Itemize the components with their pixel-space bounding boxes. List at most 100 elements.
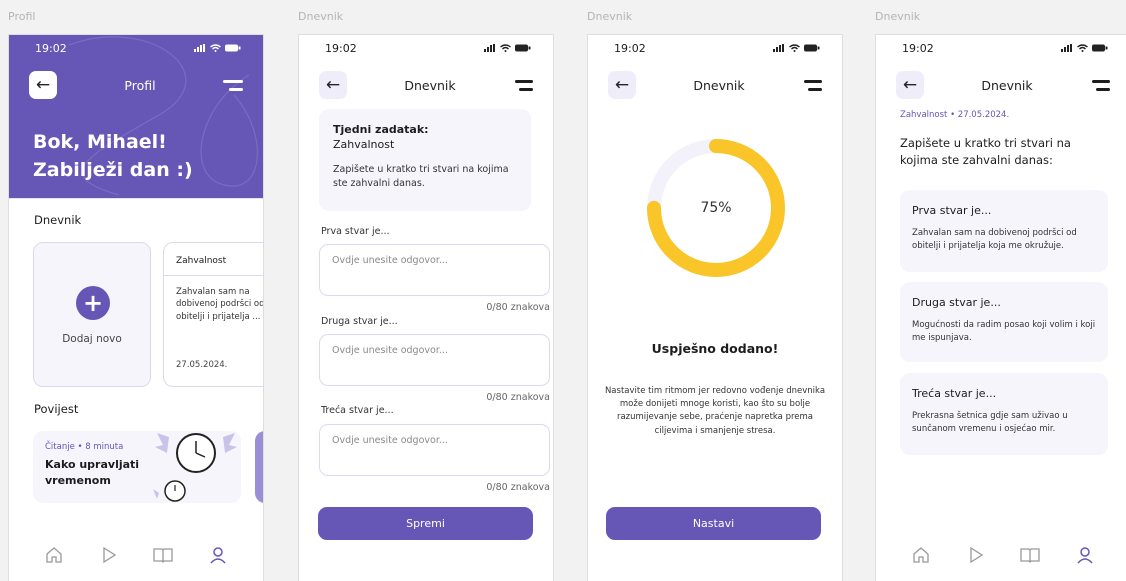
- task-description: Zapišete u kratko tri stvari na kojima s…: [333, 164, 509, 190]
- continue-button[interactable]: Nastavi: [606, 507, 821, 540]
- answer-text-2: Mogućnosti da radim posao koji volim i k…: [912, 320, 1096, 343]
- page-title: Profil: [124, 77, 156, 93]
- entry-title: Zahvalnost: [176, 256, 227, 266]
- history-meta: Čitanje • 8 minuta: [45, 442, 124, 452]
- weekly-task-card: Tjedni zadatak: Zahvalnost Zapišete u kr…: [319, 109, 531, 211]
- history-title: Kako upravljati vremenom: [45, 457, 139, 489]
- battery-icon: [804, 44, 820, 52]
- profile-icon[interactable]: [206, 543, 230, 567]
- menu-button[interactable]: [223, 79, 243, 91]
- battery-icon: [1092, 44, 1108, 52]
- status-time: 19:02: [902, 41, 934, 55]
- section-title-journal: Dnevnik: [34, 213, 82, 227]
- wifi-icon: [789, 44, 800, 52]
- back-button[interactable]: ←: [29, 71, 57, 99]
- status-icons: [194, 44, 241, 52]
- header: ← Dnevnik: [319, 71, 533, 99]
- status-icons: [484, 44, 531, 52]
- back-button[interactable]: ←: [896, 71, 924, 99]
- artboard-label-profil: Profil: [8, 10, 36, 23]
- arrow-left-icon: ←: [35, 75, 51, 95]
- answer-text-3: Prekrasna šetnica gdje sam uživao u sunč…: [912, 411, 1068, 434]
- success-screen: 19:02 ← Dnevnik 75% Uspješno dodano! Nas…: [587, 34, 843, 581]
- greeting: Bok, Mihael! Zabilježi dan :): [33, 129, 193, 184]
- header: ← Dnevnik: [608, 71, 822, 99]
- greeting-line-2: Zabilježi dan :): [33, 158, 193, 181]
- status-icons: [1061, 44, 1108, 52]
- wifi-icon: [210, 44, 221, 52]
- field-label-1: Prva stvar je...: [321, 226, 390, 237]
- plus-icon: +: [76, 286, 110, 320]
- menu-button[interactable]: [513, 79, 533, 91]
- field-label-3: Treća stvar je...: [321, 405, 394, 416]
- progress-label: 75%: [700, 200, 731, 216]
- arrow-left-icon: ←: [325, 75, 341, 95]
- page-title: Dnevnik: [981, 77, 1033, 93]
- profile-screen: 19:02 ← Profil Bok, Mihael! Zabilježi da…: [8, 34, 264, 581]
- artboard-label-dnevnik-3: Dnevnik: [875, 10, 921, 23]
- task-label: Tjedni zadatak:: [333, 123, 429, 136]
- back-button[interactable]: ←: [608, 71, 636, 99]
- page-title: Dnevnik: [404, 77, 456, 93]
- entry-meta: Zahvalnost • 27.05.2024.: [900, 110, 1010, 120]
- history-card-next-peek[interactable]: [255, 431, 263, 503]
- journal-entry-card[interactable]: Zahvalnost Zahvalan sam na dobivenoj pod…: [163, 242, 263, 387]
- status-time: 19:02: [35, 41, 67, 55]
- greeting-line-1: Bok, Mihael!: [33, 131, 167, 153]
- history-card[interactable]: Čitanje • 8 minuta Kako upravljati vreme…: [33, 431, 241, 503]
- char-counter-2: 0/80 znakova: [486, 392, 550, 403]
- signal-icon: [1061, 44, 1072, 52]
- answer-label-3: Treća stvar je...: [912, 387, 997, 400]
- home-icon[interactable]: [909, 543, 933, 567]
- entry-prompt: Zapišete u kratko tri stvari na kojima s…: [900, 136, 1071, 168]
- add-new-card[interactable]: + Dodaj novo: [33, 242, 151, 387]
- answer-label-1: Prva stvar je...: [912, 204, 992, 217]
- status-bar: 19:02: [876, 35, 1126, 61]
- status-icons: [773, 44, 820, 52]
- arrow-left-icon: ←: [614, 75, 630, 95]
- header: ← Dnevnik: [896, 71, 1110, 99]
- success-message: Nastavite tim ritmom jer redovno vođenje…: [604, 386, 826, 436]
- battery-icon: [225, 44, 241, 52]
- book-icon[interactable]: [1018, 543, 1042, 567]
- progress-ring: 75%: [647, 139, 785, 277]
- task-name: Zahvalnost: [333, 138, 395, 151]
- signal-icon: [194, 44, 205, 52]
- bottom-nav: [876, 543, 1126, 567]
- add-new-label: Dodaj novo: [62, 333, 122, 345]
- entry-view-screen: 19:02 ← Dnevnik Zahvalnost • 27.05.2024.…: [875, 34, 1126, 581]
- status-bar: 19:02: [588, 35, 842, 61]
- status-bar: 19:02: [9, 35, 263, 61]
- answer-card-3: Treća stvar je... Prekrasna šetnica gdje…: [900, 373, 1108, 455]
- save-button[interactable]: Spremi: [318, 507, 533, 540]
- status-time: 19:02: [614, 41, 646, 55]
- answer-text-1: Zahvalan sam na dobivenoj podršci od obi…: [912, 228, 1077, 251]
- bottom-nav: [9, 543, 263, 567]
- menu-button[interactable]: [802, 79, 822, 91]
- answer-card-2: Druga stvar je... Mogućnosti da radim po…: [900, 282, 1108, 362]
- wifi-icon: [1077, 44, 1088, 52]
- profile-icon[interactable]: [1073, 543, 1097, 567]
- signal-icon: [773, 44, 784, 52]
- arrow-left-icon: ←: [902, 75, 918, 95]
- page-title: Dnevnik: [693, 77, 745, 93]
- play-icon[interactable]: [97, 543, 121, 567]
- back-button[interactable]: ←: [319, 71, 347, 99]
- book-icon[interactable]: [151, 543, 175, 567]
- home-icon[interactable]: [42, 543, 66, 567]
- status-bar: 19:02: [299, 35, 553, 61]
- history-title-line-1: Kako upravljati: [45, 458, 140, 471]
- clock-illustration: [153, 433, 237, 502]
- char-counter-3: 0/80 znakova: [486, 482, 550, 493]
- status-time: 19:02: [325, 41, 357, 55]
- wifi-icon: [500, 44, 511, 52]
- menu-button[interactable]: [1090, 79, 1110, 91]
- section-title-history: Povijest: [34, 402, 79, 416]
- journal-form-screen: 19:02 ← Dnevnik Tjedni zadatak: Zahvalno…: [298, 34, 554, 581]
- play-icon[interactable]: [964, 543, 988, 567]
- answer-input-3[interactable]: Ovdje unesite odgovor...: [319, 424, 550, 476]
- entry-date: 27.05.2024.: [176, 360, 228, 370]
- field-label-2: Druga stvar je...: [321, 316, 398, 327]
- answer-input-2[interactable]: Ovdje unesite odgovor...: [319, 334, 550, 386]
- answer-input-1[interactable]: Ovdje unesite odgovor...: [319, 244, 550, 296]
